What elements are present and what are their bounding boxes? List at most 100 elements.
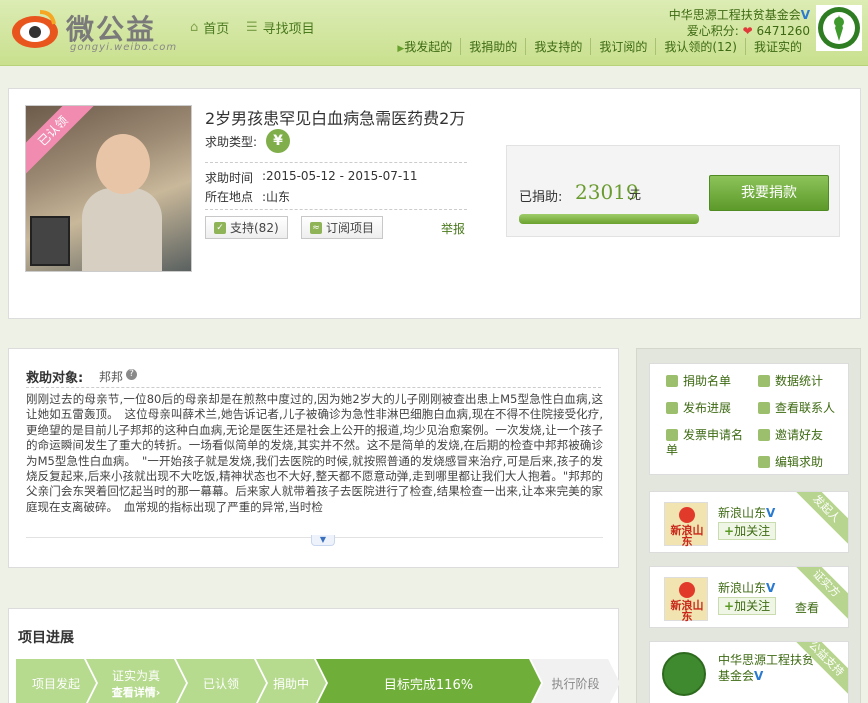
invoice-icon: [666, 429, 678, 441]
sina-eye-icon: [679, 507, 695, 523]
project-actions: 捐助名单 数据统计 发布进展 查看联系人 发票申请名单 邀请好友 编辑求助: [649, 363, 849, 475]
subnav-claimed[interactable]: 我认领的(12): [655, 38, 745, 55]
donation-progress-fill: [519, 214, 699, 224]
verified-icon: V: [800, 8, 810, 22]
contact-icon: [758, 402, 770, 414]
user-subnav: ▶我发起的 我捐助的 我支持的 我订阅的 我认领的(12) 我证实的: [389, 38, 810, 55]
home-icon: ⌂: [190, 20, 199, 35]
nav-home[interactable]: ⌂ 首页: [190, 18, 229, 37]
money-icon: ¥: [266, 129, 290, 153]
project-progress: 项目进展 项目发起 证实为真 查看详情› 已认领 捐助中 目标完成116% 执行…: [8, 608, 619, 703]
donated-unit: 元: [629, 188, 642, 202]
claimed-ribbon: 已认领: [26, 106, 100, 178]
initiator-card: 新浪山东 新浪山东V +加关注 发起人: [649, 491, 849, 553]
plus-icon: +: [724, 599, 735, 613]
logo-domain: gongyi.weibo.com: [70, 42, 178, 53]
project-title: 2岁男孩患罕见白血病急需医药费2万: [205, 109, 466, 128]
thumb-icon: ✓: [214, 221, 226, 234]
report-link[interactable]: 举报: [441, 220, 465, 237]
rss-icon: ≈: [310, 221, 322, 234]
subnav-supported[interactable]: 我支持的: [525, 38, 590, 55]
subnav-verified[interactable]: 我证实的: [744, 38, 810, 55]
place-value: :山东: [262, 190, 291, 204]
love-score: 爱心积分: ❤ 6471260: [687, 22, 810, 39]
step-donating: 捐助中: [256, 659, 326, 703]
edit-icon: [758, 456, 770, 468]
foundation-logo-icon: [818, 7, 860, 49]
publish-icon: [666, 402, 678, 414]
photo-tablet: [30, 216, 70, 266]
view-details-link[interactable]: 查看详情›: [112, 684, 161, 700]
place-label: 所在地点: [205, 190, 254, 204]
follow-button[interactable]: +加关注: [718, 597, 777, 615]
expand-chevron-icon[interactable]: ▼: [311, 535, 335, 546]
project-summary: 已认领 2岁男孩患罕见白血病急需医药费2万 求助类型: ¥ 求助时间 :2015…: [8, 88, 861, 319]
donation-progress-bar: [519, 214, 699, 224]
supporter-card: 中华思源工程扶贫基金会V 公益支持: [649, 641, 849, 703]
divider: [205, 209, 467, 210]
step-claimed: 已认领: [176, 659, 266, 703]
progress-steps: 项目发起 证实为真 查看详情› 已认领 捐助中 目标完成116% 执行阶段: [16, 659, 620, 703]
love-score-value: 6471260: [756, 24, 810, 38]
nav-home-label: 首页: [203, 22, 230, 37]
step-verified[interactable]: 证实为真 查看详情›: [86, 659, 186, 703]
donor-list-icon: [666, 375, 678, 387]
subscribe-button[interactable]: ≈ 订阅项目: [301, 216, 384, 239]
stats-icon: [758, 375, 770, 387]
edit-request-link[interactable]: 编辑求助: [758, 455, 823, 470]
invoice-list-link[interactable]: 发票申请名单: [666, 428, 750, 458]
view-verification-link[interactable]: 查看: [795, 599, 819, 616]
divider: [205, 162, 467, 163]
initiator-corner-badge: 发起人: [788, 492, 848, 547]
initiator-name[interactable]: 新浪山东V: [718, 504, 775, 521]
photo-child-body: [82, 188, 162, 271]
story-heading: 救助对象:: [26, 371, 84, 386]
account-org-name[interactable]: 中华思源工程扶贫基金会V: [669, 6, 810, 23]
stats-link[interactable]: 数据统计: [758, 374, 823, 389]
support-button[interactable]: ✓ 支持(82): [205, 216, 288, 239]
love-score-label: 爱心积分:: [686, 24, 739, 38]
invite-friends-link[interactable]: 邀请好友: [758, 428, 823, 443]
verifier-card: 新浪山东 新浪山东V +加关注 查看 证实方: [649, 566, 849, 628]
progress-title: 项目进展: [18, 630, 74, 646]
weibo-eye-icon: [12, 10, 58, 48]
verified-icon: V: [766, 506, 776, 520]
foundation-logo-icon[interactable]: [662, 652, 706, 696]
publish-progress-link[interactable]: 发布进展: [666, 401, 731, 416]
project-photo[interactable]: 已认领: [25, 105, 192, 272]
time-label: 求助时间: [205, 171, 254, 185]
verifier-name[interactable]: 新浪山东V: [718, 579, 775, 596]
plus-icon: +: [724, 524, 735, 538]
step-execution: 执行阶段: [531, 659, 620, 703]
subnav-initiated[interactable]: ▶我发起的: [389, 38, 460, 55]
verified-icon: V: [754, 669, 764, 683]
follow-button[interactable]: +加关注: [718, 522, 777, 540]
list-icon: ☰: [246, 20, 258, 35]
sina-shandong-logo[interactable]: 新浪山东: [664, 577, 708, 622]
sina-eye-icon: [679, 582, 695, 598]
divider: [26, 387, 601, 388]
weibo-gongyi-logo[interactable]: 微公益 gongyi.weibo.com: [10, 6, 180, 54]
step-initiated: 项目发起: [16, 659, 96, 703]
user-avatar[interactable]: [816, 5, 862, 51]
subnav-subscribed[interactable]: 我订阅的: [590, 38, 655, 55]
help-type-label: 求助类型:: [205, 135, 258, 149]
story-panel: 救助对象: 邦邦 ? 刚刚过去的母亲节,一位80后的母亲却是在煎熬中度过的,因为…: [8, 348, 619, 568]
verified-icon: V: [766, 581, 776, 595]
sina-shandong-logo[interactable]: 新浪山东: [664, 502, 708, 547]
heart-icon: ❤: [742, 24, 753, 38]
supporter-name[interactable]: 中华思源工程扶贫基金会V: [718, 652, 814, 684]
donated-label: 已捐助:: [519, 190, 563, 205]
subnav-donated[interactable]: 我捐助的: [460, 38, 525, 55]
donor-list-link[interactable]: 捐助名单: [666, 374, 731, 389]
nav-find-projects[interactable]: ☰ 寻找项目: [246, 18, 315, 37]
time-value: :2015-05-12 - 2015-07-11: [262, 169, 418, 183]
sidebar: 捐助名单 数据统计 发布进展 查看联系人 发票申请名单 邀请好友 编辑求助 新浪…: [636, 348, 861, 703]
donate-button[interactable]: 我要捐款: [709, 175, 829, 211]
nav-find-projects-label: 寻找项目: [262, 22, 315, 37]
help-question-icon[interactable]: ?: [126, 369, 137, 380]
story-text: 刚刚过去的母亲节,一位80后的母亲却是在煎熬中度过的,因为她2岁大的儿子刚刚被查…: [26, 392, 603, 514]
beneficiary-name: 邦邦: [99, 370, 124, 384]
donation-box: 已捐助: 23019 元 我要捐款: [506, 145, 840, 237]
view-contact-link[interactable]: 查看联系人: [758, 401, 835, 416]
